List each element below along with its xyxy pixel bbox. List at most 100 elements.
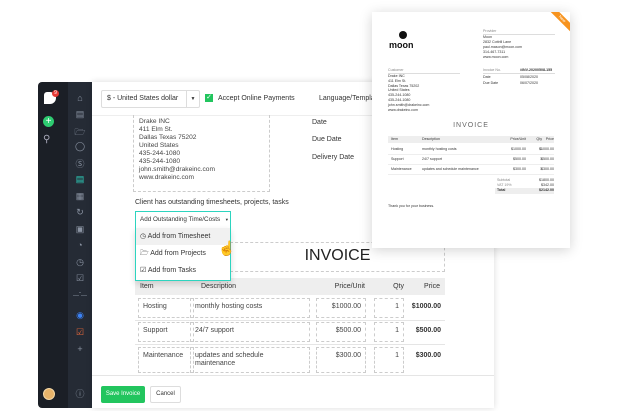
provider-line: www.moon.com (483, 55, 509, 59)
client-address-box[interactable]: Drake INC 411 Elm St. Dallas Texas 75202… (133, 115, 270, 192)
preview-cell: Hosting (391, 147, 404, 151)
preview-header-cell: Description (422, 137, 440, 141)
currency-value: $ - United States dollar (107, 95, 179, 102)
preview-cell: $300.00 (513, 167, 526, 171)
client-line: www.drakeinc.com (139, 174, 194, 181)
description-input[interactable]: 24/7 support (190, 322, 310, 342)
col-price-unit: Price/Unit (334, 283, 365, 290)
preview-cell: monthly hosting costs (422, 147, 457, 151)
footer-bar: Save Invoice Cancel (92, 375, 494, 408)
preview-row-divider (388, 174, 554, 175)
user-avatar[interactable] (43, 388, 55, 400)
folder-icon: 🗁 (140, 250, 149, 257)
preview-header-cell: Item (391, 137, 398, 141)
invoice-no: #INV-20200508-155 (520, 68, 553, 72)
date-label: Date (483, 75, 491, 79)
preview-row-divider (388, 154, 554, 155)
dashboard-icon[interactable]: ▦ (68, 191, 92, 202)
menu-item-projects[interactable]: 🗁 Add from Projects (136, 245, 230, 262)
save-invoice-button[interactable]: Save Invoice (101, 386, 145, 403)
preview-title: INVOICE (453, 122, 489, 129)
preview-row-divider (388, 164, 554, 165)
preview-header-cell: Price/Unit (510, 137, 526, 141)
preview-cell: $300.00 (541, 167, 554, 171)
client-line: 435-244-1080 (139, 150, 181, 157)
row-total: $1000.00 (411, 303, 441, 310)
row-divider (135, 320, 445, 321)
currency-select[interactable]: $ - United States dollar ▼ (101, 90, 200, 108)
qty-input[interactable]: 1 (374, 347, 404, 373)
preview-header-cell: Price (545, 137, 554, 141)
description-input[interactable]: monthly hosting costs (190, 298, 310, 318)
reports-icon[interactable]: ◔ (68, 240, 92, 250)
delivery-date-label: Delivery Date (312, 154, 355, 161)
qty-input[interactable]: 1 (374, 298, 404, 318)
cancel-button[interactable]: Cancel (150, 386, 181, 403)
item-input[interactable]: Maintenance (138, 347, 194, 373)
menu-item-timesheet[interactable]: ◷ Add from Timesheet (136, 228, 230, 245)
billing-icon[interactable]: Ⓢ (68, 157, 92, 170)
add-new-button[interactable]: + (43, 116, 54, 127)
collapse-divider[interactable]: —ˆ— (68, 293, 92, 299)
client-line: 435-244-1080 (139, 158, 181, 165)
tasks-icon[interactable]: ☑ (68, 327, 92, 338)
invoice-icon[interactable]: ▤ (68, 174, 92, 185)
due-date-label: Due Date (312, 136, 342, 143)
folder-icon[interactable]: 🗁 (68, 125, 92, 141)
preview-cell: 24/7 support (422, 157, 442, 161)
moon-logo-text: moon (389, 40, 414, 50)
date-value: 05/08/2020 (520, 75, 538, 79)
recurring-icon[interactable]: ↻ (68, 207, 92, 218)
preview-cell: $500.00 (541, 157, 554, 161)
clock-icon: ◷ (140, 233, 147, 240)
menu-item-label: Add from Timesheet (147, 233, 211, 240)
help-icon[interactable]: ⓘ (68, 387, 92, 400)
description-input[interactable]: updates and schedule maintenance (190, 347, 310, 373)
qty-input[interactable]: 1 (374, 322, 404, 342)
add-outstanding-label: Add Outstanding Time/Costs (140, 216, 221, 223)
total-label: Total (497, 188, 506, 192)
due-value: 06/07/2020 (520, 81, 538, 85)
preview-cell: Support (391, 157, 404, 161)
team-icon[interactable]: ◉ (68, 310, 92, 321)
preview-cell: $1000.00 (511, 147, 526, 151)
row-total: $300.00 (415, 352, 441, 359)
chevron-down-icon: ▼ (224, 217, 229, 222)
wallet-icon[interactable]: ▣ (68, 224, 92, 235)
notification-badge: 9 (52, 90, 59, 97)
chevron-down-icon: ▼ (186, 91, 199, 107)
total-value: $2142.00 (539, 188, 554, 192)
home-icon[interactable]: ⌂ (68, 93, 92, 103)
date-label: Date (312, 119, 327, 126)
preview-cell: updates and schedule maintenance (422, 167, 479, 171)
preview-cell: $1000.00 (539, 147, 554, 151)
client-icon[interactable]: ◯ (68, 141, 92, 152)
price-unit-input[interactable]: $1000.00 (316, 298, 366, 318)
row-total: $500.00 (415, 327, 441, 334)
language-template-select[interactable]: Language/Templa (319, 95, 375, 102)
item-input[interactable]: Support (138, 322, 194, 342)
price-unit-input[interactable]: $500.00 (316, 322, 366, 342)
item-input[interactable]: Hosting (138, 298, 194, 318)
menu-item-tasks[interactable]: ☑ Add from Tasks (136, 262, 230, 279)
moon-logo-icon (399, 31, 407, 39)
accept-online-payments-label: Accept Online Payments (218, 95, 295, 102)
invoice-title: INVOICE (304, 247, 371, 264)
time-icon[interactable]: ◷ (68, 257, 92, 268)
add-outstanding-button[interactable]: Add Outstanding Time/Costs ▼ (135, 211, 231, 229)
add-module-icon[interactable]: + (68, 344, 92, 354)
customer-line: www.drakeinc.com (388, 107, 418, 112)
contacts-icon[interactable]: ▤ (68, 109, 92, 120)
main-sidebar: 9 + ⚲ (38, 82, 68, 408)
search-icon[interactable]: ⚲ (43, 134, 50, 145)
accept-online-payments-checkbox[interactable]: ✓ (205, 94, 213, 102)
calendar-icon[interactable]: ☑ (68, 273, 92, 284)
col-price: Price (424, 283, 440, 290)
preview-header-cell: Qty (536, 137, 542, 141)
menu-item-label: Add from Projects (150, 250, 206, 257)
price-unit-input[interactable]: $300.00 (316, 347, 366, 373)
preview-cell: $500.00 (513, 157, 526, 161)
client-line: Drake INC (139, 118, 170, 125)
menu-item-label: Add from Tasks (147, 267, 196, 274)
preview-table-header (388, 136, 554, 143)
